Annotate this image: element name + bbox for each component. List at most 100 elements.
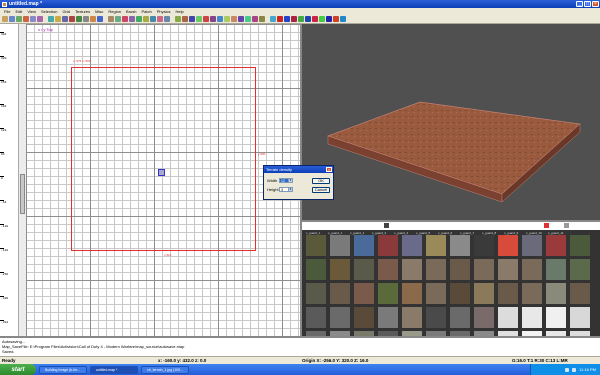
- taskbar-item-active[interactable]: untitled.map *: [90, 365, 138, 374]
- toolbar-button-icon[interactable]: [9, 16, 15, 22]
- texture-thumbnail[interactable]: [426, 235, 446, 256]
- player-start-entity[interactable]: [158, 169, 165, 176]
- texture-thumbnail[interactable]: [402, 283, 422, 304]
- toolbar-button-icon[interactable]: [16, 16, 22, 22]
- toolbar-button-icon[interactable]: [326, 16, 332, 22]
- toolbar-button-icon[interactable]: [270, 16, 276, 22]
- toolbar-button-icon[interactable]: [23, 16, 29, 22]
- dialog-close-button[interactable]: ×: [326, 167, 332, 172]
- toolbar-button-icon[interactable]: [55, 16, 61, 22]
- texture-thumbnail[interactable]: [330, 283, 350, 304]
- toolbar-button-icon[interactable]: [108, 16, 114, 22]
- texture-thumbnail[interactable]: [546, 259, 566, 280]
- texture-thumbnail[interactable]: [474, 307, 494, 328]
- texture-thumbnail[interactable]: [306, 307, 326, 328]
- menu-item-selection[interactable]: Selection: [41, 9, 57, 14]
- toolbar-button-icon[interactable]: [259, 16, 265, 22]
- texture-thumbnail[interactable]: [354, 307, 374, 328]
- toolbar-button-icon[interactable]: [164, 16, 170, 22]
- toolbar-button-icon[interactable]: [48, 16, 54, 22]
- toolbar-button-icon[interactable]: [196, 16, 202, 22]
- taskbar-item[interactable]: Building Image (b-fer...: [39, 365, 87, 374]
- toolbar-button-icon[interactable]: [298, 16, 304, 22]
- ok-button[interactable]: OK: [312, 178, 330, 184]
- texture-thumbnail[interactable]: [522, 235, 542, 256]
- toolbar-button-icon[interactable]: [284, 16, 290, 22]
- texture-thumbnail[interactable]: [402, 235, 422, 256]
- toolbar-button-icon[interactable]: [340, 16, 346, 22]
- toolbar-button-icon[interactable]: [277, 16, 283, 22]
- texture-thumbnail[interactable]: [498, 307, 518, 328]
- grid-view-2d[interactable]: x / y Top x:-576 x:-500 y:600 x:512: [26, 24, 302, 336]
- texture-thumbnail[interactable]: [450, 307, 470, 328]
- toolbar-button-icon[interactable]: [312, 16, 318, 22]
- texture-thumbnail[interactable]: [330, 307, 350, 328]
- taskbar-item[interactable]: cb_terrain_1.jpg (100...: [141, 365, 189, 374]
- texture-thumbnail[interactable]: [474, 259, 494, 280]
- toolbar-button-icon[interactable]: [319, 16, 325, 22]
- ruler-scrollbar[interactable]: [18, 24, 26, 336]
- tray-volume-icon[interactable]: [572, 367, 577, 372]
- texture-thumbnail[interactable]: [522, 283, 542, 304]
- texture-thumbnail[interactable]: [450, 283, 470, 304]
- tray-network-icon[interactable]: [565, 367, 570, 372]
- toolbar-button-icon[interactable]: [175, 16, 181, 22]
- start-button[interactable]: start: [0, 364, 36, 375]
- window-titlebar[interactable]: untitled.map * _ □ ×: [0, 0, 600, 8]
- texture-thumbnail[interactable]: [570, 235, 590, 256]
- menu-item-patch[interactable]: Patch: [142, 9, 152, 14]
- texture-thumbnail[interactable]: [546, 235, 566, 256]
- texture-thumbnail[interactable]: [546, 307, 566, 328]
- height-select[interactable]: 3 ▾: [279, 187, 293, 192]
- toolbar-button-icon[interactable]: [129, 16, 135, 22]
- texture-thumbnail[interactable]: [306, 235, 326, 256]
- toolbar-button-icon[interactable]: [231, 16, 237, 22]
- texture-thumbnail[interactable]: [498, 235, 518, 256]
- close-button[interactable]: ×: [592, 1, 599, 7]
- toolbar-button-icon[interactable]: [203, 16, 209, 22]
- toolbar-button-icon[interactable]: [2, 16, 8, 22]
- menu-item-help[interactable]: Help: [176, 9, 184, 14]
- menu-item-file[interactable]: File: [4, 9, 10, 14]
- filter-icon[interactable]: [544, 223, 549, 228]
- menu-item-textures[interactable]: Textures: [75, 9, 90, 14]
- texture-thumbnail[interactable]: [522, 259, 542, 280]
- toolbar-button-icon[interactable]: [291, 16, 297, 22]
- toolbar-button-icon[interactable]: [37, 16, 43, 22]
- texture-thumbnail[interactable]: [570, 259, 590, 280]
- toolbar-button-icon[interactable]: [238, 16, 244, 22]
- toolbar-button-icon[interactable]: [305, 16, 311, 22]
- texture-thumbnail[interactable]: [402, 259, 422, 280]
- texture-thumbnail[interactable]: [570, 283, 590, 304]
- texture-thumbnail[interactable]: [474, 283, 494, 304]
- toolbar-button-icon[interactable]: [122, 16, 128, 22]
- maximize-button[interactable]: □: [584, 1, 591, 7]
- texture-thumbnail[interactable]: [306, 259, 326, 280]
- menu-item-brush[interactable]: Brush: [126, 9, 136, 14]
- toolbar-button-icon[interactable]: [83, 16, 89, 22]
- toolbar-button-icon[interactable]: [62, 16, 68, 22]
- texture-thumbnail[interactable]: [450, 235, 470, 256]
- selected-brush-outline[interactable]: [71, 67, 256, 251]
- dialog-titlebar[interactable]: Terrain density ×: [264, 166, 333, 173]
- menu-item-physics[interactable]: Physics: [157, 9, 171, 14]
- toolbar-button-icon[interactable]: [97, 16, 103, 22]
- texture-thumbnail[interactable]: [354, 235, 374, 256]
- texture-thumbnail[interactable]: [378, 235, 398, 256]
- menu-item-view[interactable]: View: [27, 9, 36, 14]
- menu-item-region[interactable]: Region: [108, 9, 121, 14]
- camera-view-3d[interactable]: [302, 24, 600, 220]
- texture-thumbnail[interactable]: [378, 307, 398, 328]
- scrollbar-thumb[interactable]: [20, 174, 25, 214]
- texture-thumbnail[interactable]: [330, 259, 350, 280]
- toolbar-button-icon[interactable]: [245, 16, 251, 22]
- toolbar-button-icon[interactable]: [252, 16, 258, 22]
- toolbar-button-icon[interactable]: [333, 16, 339, 22]
- texture-thumbnail[interactable]: [426, 259, 446, 280]
- toolbar-button-icon[interactable]: [136, 16, 142, 22]
- texture-thumbnail[interactable]: [378, 283, 398, 304]
- texture-thumbnail[interactable]: [354, 283, 374, 304]
- texture-thumbnail[interactable]: [546, 283, 566, 304]
- texture-thumbnail[interactable]: [426, 283, 446, 304]
- settings-icon[interactable]: [564, 223, 569, 228]
